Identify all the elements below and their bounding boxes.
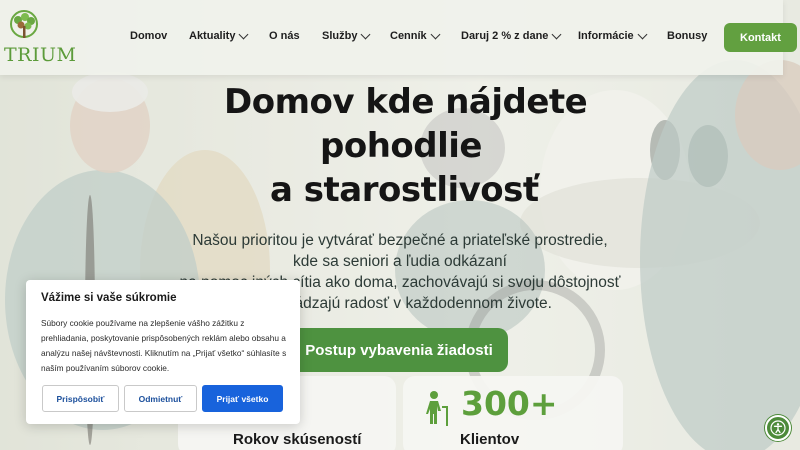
cookie-text: Súbory cookie používame na zlepšenie váš… — [41, 318, 287, 373]
chevron-down-icon — [637, 29, 648, 39]
chevron-down-icon — [551, 29, 562, 39]
nav-item-aktuality[interactable]: Aktuality — [189, 29, 249, 42]
hero-title-line: Domov kde nájdete — [224, 82, 588, 122]
nav-item-label: Informácie — [578, 30, 634, 42]
tree-icon — [10, 10, 38, 38]
application-process-button[interactable]: Postup vybavenia žiadosti — [290, 328, 508, 372]
nav-item-label: O nás — [269, 30, 300, 42]
stat-label: Rokov skúseností — [233, 431, 362, 448]
chevron-down-icon — [361, 29, 371, 39]
chevron-down-icon — [239, 29, 249, 39]
stat-card-clients: 300+ Klientov — [403, 376, 623, 450]
nav-item-domov[interactable]: Domov — [130, 30, 167, 42]
nav-item-o-nas[interactable]: O nás — [269, 30, 300, 42]
cookie-accept-all-button[interactable]: Prijať všetko — [202, 385, 283, 412]
hero-title-line: pohodlie — [320, 126, 482, 166]
cookie-reject-button[interactable]: Odmietnuť — [124, 385, 197, 412]
nav-item-label: Domov — [130, 30, 168, 42]
nav-item-sluzby[interactable]: Služby — [322, 29, 371, 42]
nav-item-label: Cenník — [390, 30, 427, 42]
cookie-title: Vážime si vaše súkromie — [41, 292, 177, 304]
stat-label: Klientov — [460, 431, 520, 448]
nav-item-informacie[interactable]: Informácie — [578, 29, 648, 42]
accessibility-button[interactable] — [765, 415, 791, 441]
nav-item-bonusy[interactable]: Bonusy — [667, 30, 707, 42]
nav-item-label: Služby — [322, 30, 358, 42]
hero-lead-line: Našou prioritou je vytvárať bezpečné a p… — [192, 232, 608, 249]
elderly-person-icon — [426, 391, 448, 426]
site-header: TRIUM Domov Aktuality O nás Služby Cenní… — [0, 0, 797, 75]
nav-item-label: Daruj 2 % z dane — [461, 30, 549, 42]
logo[interactable]: TRIUM — [0, 8, 76, 68]
nav-item-daruj[interactable]: Daruj 2 % z dane — [461, 29, 562, 42]
logo-text: TRIUM — [4, 44, 77, 66]
accessibility-icon — [770, 420, 786, 436]
stat-value: 300+ — [461, 384, 558, 423]
hero-title-line: a starostlivosť — [270, 170, 539, 210]
nav-item-label: Bonusy — [667, 30, 708, 42]
nav-item-label: Aktuality — [189, 30, 236, 42]
hero-lead-line: kde sa seniori a ľudia odkázaní — [293, 253, 507, 270]
chevron-down-icon — [430, 29, 441, 39]
contact-button[interactable]: Kontakt — [724, 23, 797, 52]
cookie-customize-button[interactable]: Prispôsobiť — [42, 385, 119, 412]
nav-item-cennik[interactable]: Cenník — [390, 29, 441, 42]
